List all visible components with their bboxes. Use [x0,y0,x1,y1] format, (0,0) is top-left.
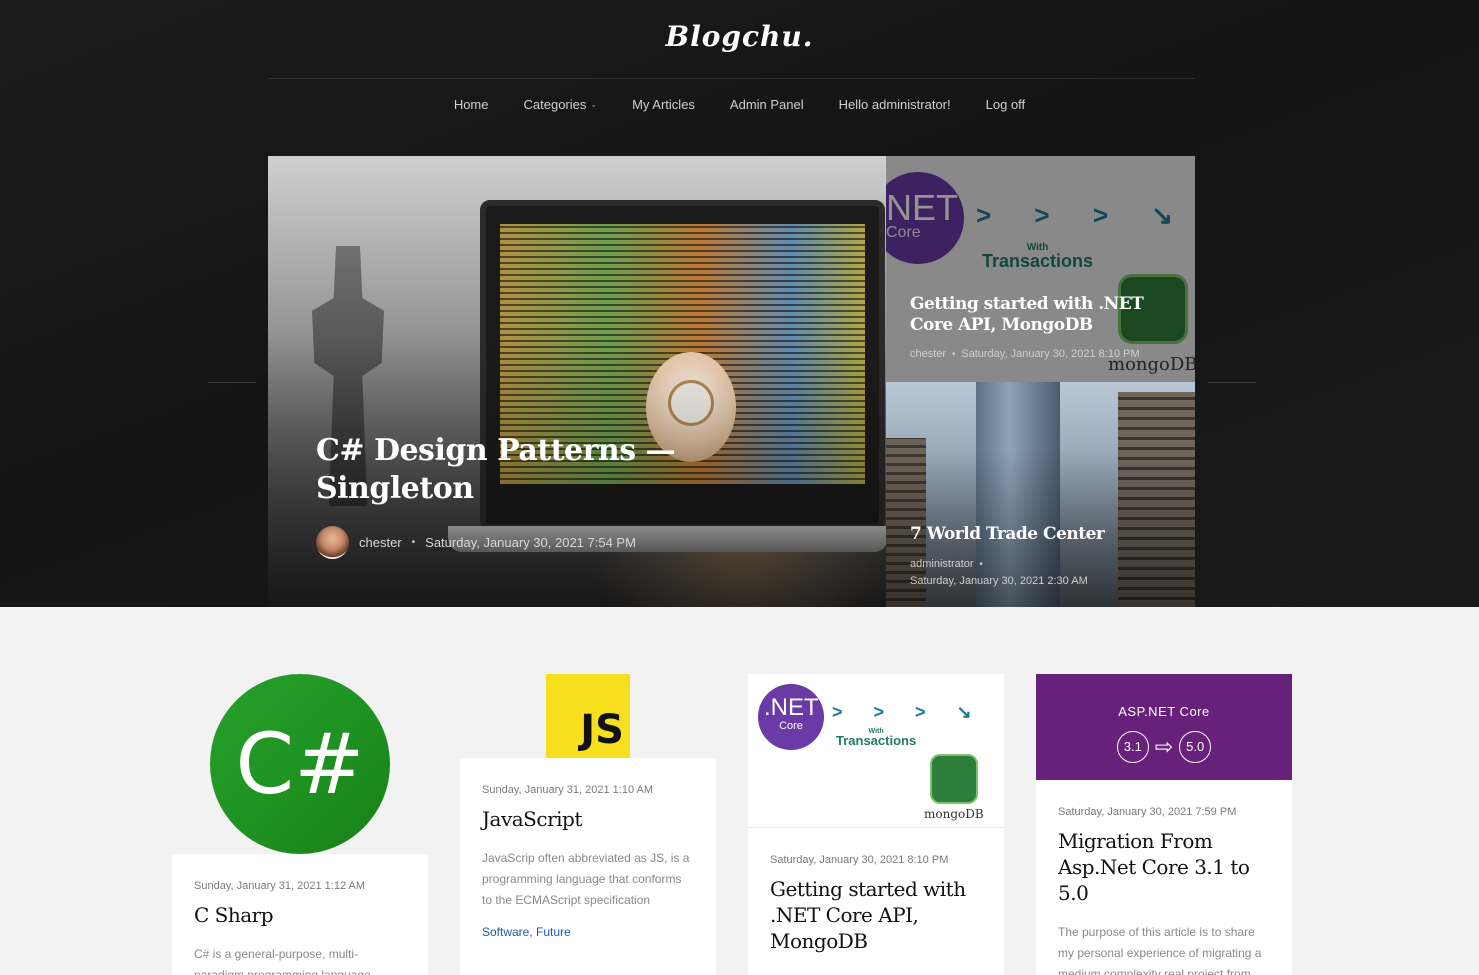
side-top-post-title[interactable]: Getting started with .NET Core API, Mong… [910,294,1180,336]
nav-home[interactable]: Home [454,97,489,112]
nav-user-greeting[interactable]: Hello administrator! [839,97,951,112]
version-upgrade-graphic: 3.1 ⇨ 5.0 [1036,731,1292,763]
card-date: Sunday, January 31, 2021 1:12 AM [194,880,366,892]
slider-left-rule [208,382,256,383]
card-date: Sunday, January 31, 2021 1:10 AM [482,784,654,796]
hero-post-author[interactable]: chester [359,535,402,550]
nav-my-articles[interactable]: My Articles [632,97,695,112]
card-image[interactable]: JS [460,674,716,758]
author-avatar [316,526,349,559]
hero-post-date: Saturday, January 30, 2021 7:54 PM [425,535,636,550]
side-top-post-date: Saturday, January 30, 2021 8:10 PM [961,348,1140,360]
aspnet-core-banner: ASP.NET Core 3.1 ⇨ 5.0 [1036,674,1292,780]
dotnet-logo-text: .NET [764,694,819,721]
nav-categories[interactable]: Categories ⌄ [524,97,598,112]
dotnet-logo-sub: Core [779,720,803,732]
card-tags[interactable]: Software, Future [482,925,694,939]
transactions-label: Transactions [836,733,917,748]
post-card[interactable]: JS Sunday, January 31, 2021 1:10 AM Java… [460,674,716,975]
card-excerpt: JavaScrip often abbreviated as JS, is a … [482,851,690,907]
header-divider [268,78,1195,79]
slider-right-rule [1208,382,1256,383]
post-card[interactable]: .NET Core > > > ↘ With Transactions mong… [748,674,1004,975]
card-date: Saturday, January 30, 2021 8:10 PM [770,854,949,866]
dotnet-core-logo: .NET Core [758,684,824,750]
card-title[interactable]: Getting started with .NET Core API, Mong… [770,876,982,954]
card-image[interactable]: .NET Core > > > ↘ With Transactions mong… [748,674,1004,828]
chevron-down-icon: ⌄ [590,100,598,109]
site-logo[interactable]: Blogchu. [0,20,1479,53]
card-image[interactable]: ASP.NET Core 3.1 ⇨ 5.0 [1036,674,1292,780]
nav-admin-panel[interactable]: Admin Panel [730,97,804,112]
card-title[interactable]: JavaScript [482,806,694,832]
version-to: 5.0 [1179,731,1212,763]
arrows-graphic: > > > ↘ [832,702,985,722]
side-bottom-post-author[interactable]: administrator [910,558,974,570]
arrow-right-icon: ⇨ [1154,734,1174,759]
version-from: 3.1 [1116,731,1149,763]
card-image[interactable]: C# [172,674,428,854]
hero-side-post-bottom[interactable]: 7 World Trade Center administrator • Sat… [886,382,1195,607]
card-date: Saturday, January 30, 2021 7:59 PM [1058,806,1237,818]
post-card[interactable]: ASP.NET Core 3.1 ⇨ 5.0 Saturday, January… [1036,674,1292,975]
hero-post-title[interactable]: C# Design Patterns — Singleton [316,432,676,508]
mongodb-leaf-icon [930,754,978,804]
nav-categories-label: Categories [523,97,587,112]
meta-separator: • [411,537,416,548]
aspnet-banner-title: ASP.NET Core [1118,704,1210,719]
card-excerpt: C# is a general-purpose, multi-paradigm … [194,947,371,975]
card-title[interactable]: C Sharp [194,902,406,928]
main-nav: Home Categories ⌄ My Articles Admin Pane… [0,97,1479,112]
meta-separator: • [949,349,959,360]
hero-side-post-top[interactable]: NET Core > > > ↘ With Transactions mongo… [886,156,1195,382]
hero-post-meta: chester • Saturday, January 30, 2021 7:5… [316,526,636,559]
post-card[interactable]: C# Sunday, January 31, 2021 1:12 AM C Sh… [172,674,428,975]
site-header: Blogchu. Home Categories ⌄ My Articles A… [0,0,1479,607]
side-top-post-author[interactable]: chester [910,348,946,360]
nav-log-off[interactable]: Log off [986,97,1026,112]
card-title[interactable]: Migration From Asp.Net Core 3.1 to 5.0 [1058,828,1270,906]
side-top-post-meta: chester • Saturday, January 30, 2021 8:1… [910,346,1140,363]
csharp-logo: C# [210,674,390,854]
transactions-graphic: With Transactions [836,728,916,748]
mongodb-wordmark: mongoDB [924,807,984,821]
side-bottom-post-date: Saturday, January 30, 2021 2:30 AM [910,575,1088,587]
hero-featured-post[interactable]: C# Design Patterns — Singleton chester •… [268,156,886,607]
card-excerpt: The purpose of this article is to share … [1058,925,1262,975]
meta-separator: • [976,559,983,570]
javascript-logo: JS [546,674,630,758]
side-bottom-post-meta: administrator • Saturday, January 30, 20… [910,556,1088,589]
side-bottom-post-title[interactable]: 7 World Trade Center [910,524,1180,545]
